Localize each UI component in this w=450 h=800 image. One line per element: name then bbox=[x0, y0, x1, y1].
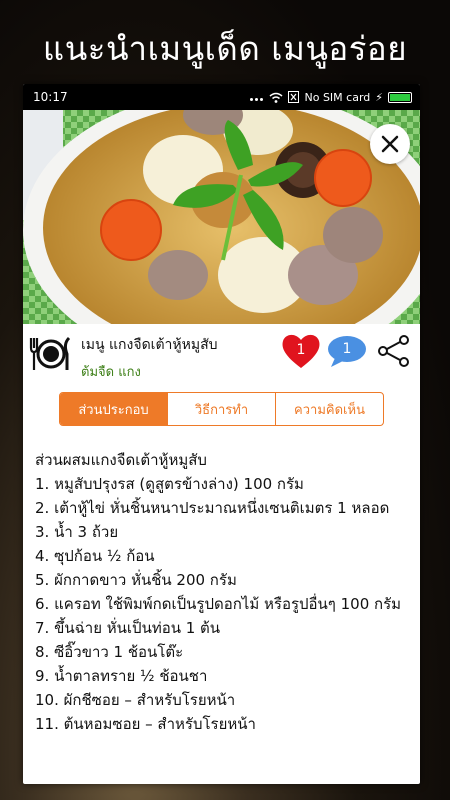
close-button[interactable] bbox=[370, 124, 410, 164]
share-icon bbox=[378, 335, 409, 367]
dish-tags[interactable]: ต้มจืด แกง bbox=[81, 361, 141, 382]
comment-count: 1 bbox=[342, 341, 352, 357]
sim-status-text: No SIM card bbox=[304, 90, 371, 104]
wifi-icon bbox=[270, 92, 283, 103]
list-item: 3. น้ำ 3 ถ้วย bbox=[35, 523, 119, 541]
plate-cutlery-icon bbox=[29, 336, 71, 370]
list-item: 10. ผักชีซอย – สำหรับโรยหน้า bbox=[35, 691, 236, 709]
list-item: 11. ต้นหอมซอย – สำหรับโรยหน้า bbox=[35, 715, 256, 733]
list-item: 9. น้ำตาลทราย ½ ช้อนชา bbox=[35, 667, 208, 685]
list-item: 7. ขึ้นฉ่าย หั่นเป็นท่อน 1 ต้น bbox=[35, 619, 221, 637]
list-item: 1. หมูสับปรุงรส (ดูสูตรข้างล่าง) 100 กรั… bbox=[35, 475, 304, 493]
section-tabs: ส่วนประกอบ วิธีการทำ ความคิดเห็น bbox=[59, 392, 384, 426]
status-icons: No SIM card ⚡ bbox=[249, 91, 412, 104]
dish-photo bbox=[23, 110, 420, 324]
status-time: 10:17 bbox=[33, 90, 68, 104]
share-button[interactable] bbox=[377, 334, 411, 368]
list-item: 5. ผักกาดขาว หั่นชิ้น 200 กรัม bbox=[35, 571, 237, 589]
app-headline: แนะนำเมนูเด็ด เมนูอร่อย bbox=[42, 29, 408, 68]
comment-button[interactable]: 1 bbox=[327, 334, 367, 368]
charging-icon: ⚡ bbox=[375, 90, 383, 104]
tab-method[interactable]: วิธีการทำ bbox=[168, 393, 276, 425]
list-item: 6. แครอท ใช้พิมพ์กดเป็นรูปดอกไม้ หรือรูป… bbox=[35, 595, 402, 613]
dish-info-row: เมนู แกงจืดเต้าหู้หมูสับ ต้มจืด แกง 1 1 bbox=[23, 324, 420, 388]
battery-icon bbox=[388, 91, 412, 103]
list-item: 8. ซีอิ๊วขาว 1 ช้อนโต๊ะ bbox=[35, 643, 184, 661]
close-icon bbox=[381, 135, 399, 153]
ingredients-content: ส่วนผสมแกงจืดเต้าหู้หมูสับ 1. หมูสับปรุง… bbox=[23, 436, 420, 736]
like-count: 1 bbox=[296, 342, 306, 358]
like-button[interactable]: 1 bbox=[281, 332, 321, 370]
status-bar: 10:17 No SIM card ⚡ bbox=[23, 84, 420, 110]
phone-screen: 10:17 No SIM card ⚡ เมนู แกงจืดเต้าหู้หม… bbox=[23, 84, 420, 784]
dish-name: เมนู แกงจืดเต้าหู้หมูสับ bbox=[81, 337, 218, 353]
no-sim-icon bbox=[288, 91, 300, 103]
ingredients-title: ส่วนผสมแกงจืดเต้าหู้หมูสับ bbox=[35, 451, 207, 469]
list-item: 4. ซุปก้อน ½ ก้อน bbox=[35, 547, 155, 565]
tab-ingredients[interactable]: ส่วนประกอบ bbox=[60, 393, 168, 425]
dish-photo-illustration bbox=[23, 110, 420, 324]
list-item: 2. เต้าหู้ไข่ หั่นชิ้นหนาประมาณหนึ่งเซนต… bbox=[35, 499, 390, 517]
more-dots-icon bbox=[249, 91, 264, 104]
tab-comments[interactable]: ความคิดเห็น bbox=[276, 393, 383, 425]
